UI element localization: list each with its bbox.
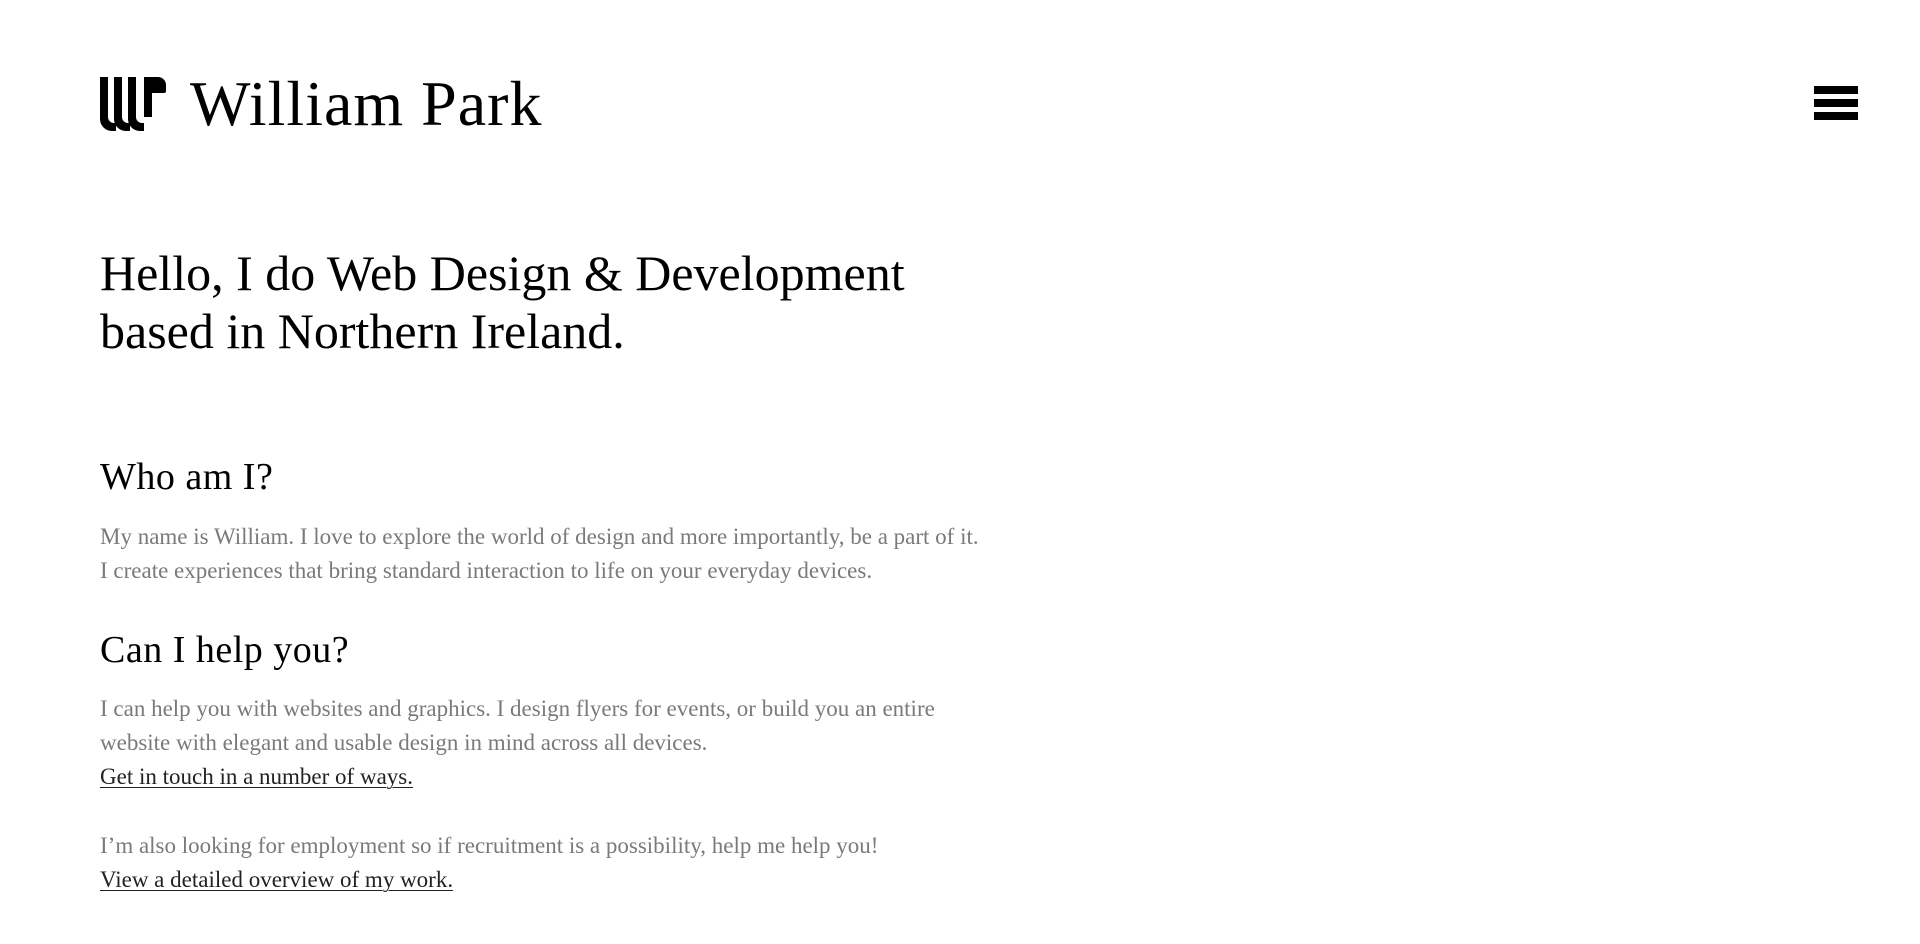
menu-bar (1814, 112, 1858, 120)
paragraph-line: I’m also looking for employment so if re… (100, 833, 879, 858)
site-header: William Park (100, 72, 542, 136)
paragraph-line: I create experiences that bring standard… (100, 558, 873, 583)
paragraph-line: website with elegant and usable design i… (100, 730, 708, 755)
page: William Park Hello, I do Web Design & De… (0, 0, 1920, 944)
menu-bar (1814, 99, 1858, 107)
can-i-help-heading: Can I help you? (100, 629, 350, 671)
menu-bar (1814, 86, 1858, 94)
wp-monogram-logo-icon[interactable] (100, 77, 166, 131)
employment-text: I’m also looking for employment so if re… (100, 829, 878, 897)
view-work-link[interactable]: View a detailed overview of my work. (100, 867, 453, 892)
paragraph-line: My name is William. I love to explore th… (100, 524, 979, 549)
site-title[interactable]: William Park (190, 72, 542, 136)
who-am-i-heading: Who am I? (100, 456, 274, 498)
intro-line: Hello, I do Web Design & Development (100, 245, 905, 301)
get-in-touch-link[interactable]: Get in touch in a number of ways. (100, 764, 413, 789)
intro-line: based in Northern Ireland. (100, 303, 625, 359)
hamburger-menu-icon[interactable] (1814, 86, 1858, 126)
intro-heading: Hello, I do Web Design & Development bas… (100, 244, 905, 360)
can-i-help-text: I can help you with websites and graphic… (100, 692, 935, 794)
paragraph-line: I can help you with websites and graphic… (100, 696, 935, 721)
who-am-i-text: My name is William. I love to explore th… (100, 520, 979, 588)
